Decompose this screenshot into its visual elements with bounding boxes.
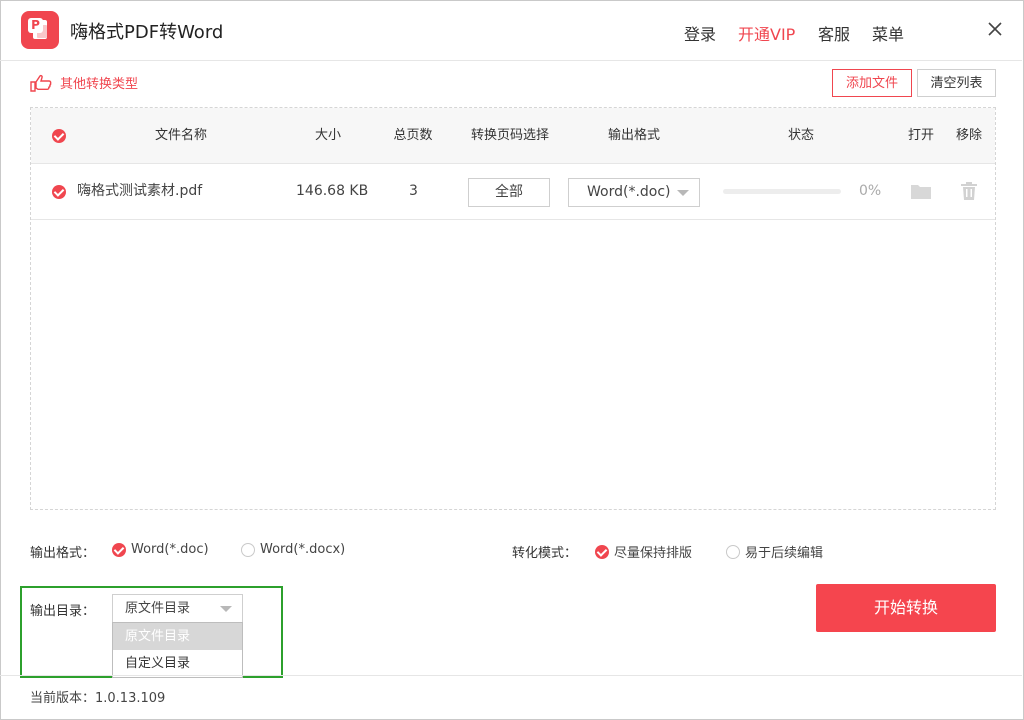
output-format-label: 输出格式： [30,546,96,561]
header-open: 打开 [907,128,935,143]
version-text: 当前版本：1.0.13.109 [30,691,166,706]
menu-link[interactable]: 菜单 [872,21,904,45]
header-size: 大小 [314,128,342,143]
folder-icon[interactable] [911,184,931,199]
output-dir-dropdown: 原文件目录 自定义目录 [112,622,243,678]
mode-keep-layout-radio[interactable] [595,544,609,559]
format-option-doc[interactable]: Word(*.doc) [112,542,209,557]
app-title: 嗨格式PDF转Word [70,22,224,43]
other-types-label: 其他转换类型 [60,77,139,92]
format-docx-radio[interactable] [241,542,255,557]
chevron-down-icon [220,606,232,612]
title-divider [0,60,1022,61]
header-pages: 总页数 [393,128,433,143]
conversion-mode-label: 转化模式： [512,546,578,561]
header-format: 输出格式 [607,128,661,143]
output-dir-select[interactable]: 原文件目录 [112,594,243,623]
chevron-down-icon [677,190,689,196]
app-logo: P [21,11,59,49]
trash-icon[interactable] [961,182,977,200]
format-select[interactable]: Word(*.doc) [568,178,700,207]
vip-link[interactable]: 开通VIP [738,21,795,45]
service-link[interactable]: 客服 [818,21,850,45]
dropdown-option-custom[interactable]: 自定义目录 [113,650,242,677]
other-types-link[interactable]: 其他转换类型 [30,73,138,92]
mode-editable-radio[interactable] [726,544,740,559]
clear-list-button[interactable]: 清空列表 [917,69,996,97]
header-name: 文件名称 [154,128,208,143]
row-checkbox[interactable] [52,185,66,199]
format-doc-radio[interactable] [112,542,126,557]
start-convert-button[interactable]: 开始转换 [816,584,996,632]
output-dir-value: 原文件目录 [125,601,191,616]
format-option-docx[interactable]: Word(*.docx) [241,542,345,557]
header-status: 状态 [787,128,815,143]
close-icon[interactable] [985,19,1005,39]
format-docx-label: Word(*.docx) [260,542,346,557]
pointing-hand-icon [30,74,52,92]
file-table: 文件名称 大小 总页数 转换页码选择 输出格式 状态 打开 移除 嗨格式测试素材… [30,107,996,510]
header-remove: 移除 [955,128,983,143]
file-pages: 3 [409,183,418,199]
mode-option-keep-layout[interactable]: 尽量保持排版 [595,542,692,561]
login-link[interactable]: 登录 [684,21,716,45]
dropdown-option-original[interactable]: 原文件目录 [113,623,242,650]
mode-editable-label: 易于后续编辑 [745,546,824,561]
output-dir-label: 输出目录： [30,604,96,619]
page-select-button[interactable]: 全部 [468,178,550,207]
format-doc-label: Word(*.doc) [131,542,209,557]
progress-bar [723,189,841,194]
mode-keep-layout-label: 尽量保持排版 [614,546,693,561]
add-file-button[interactable]: 添加文件 [832,69,912,97]
mode-option-editable[interactable]: 易于后续编辑 [726,542,823,561]
file-size: 146.68 KB [296,183,369,199]
select-all-checkbox[interactable] [52,129,66,143]
file-name: 嗨格式测试素材.pdf [77,183,203,199]
table-row: 嗨格式测试素材.pdf 146.68 KB 3 全部 Word(*.doc) 0… [31,164,995,220]
footer-divider [0,675,1022,676]
table-header: 文件名称 大小 总页数 转换页码选择 输出格式 状态 打开 移除 [31,108,995,164]
format-select-value: Word(*.doc) [587,184,671,200]
logo-letter: P [28,18,43,33]
progress-text: 0% [859,183,882,199]
header-page-select: 转换页码选择 [470,128,550,143]
